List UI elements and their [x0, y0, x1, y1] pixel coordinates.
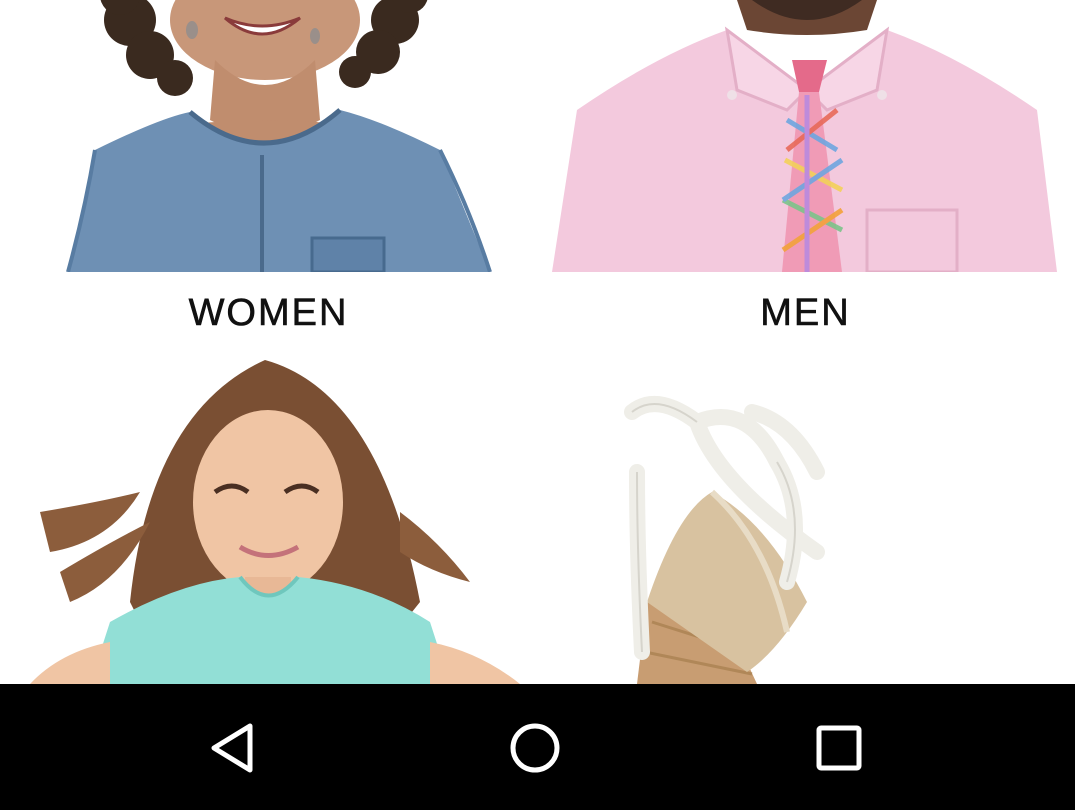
men-category-label[interactable]: MEN — [537, 292, 1074, 335]
men-category-image[interactable] — [537, 0, 1075, 272]
circle-home-icon — [510, 723, 560, 773]
kids-category-image[interactable] — [0, 352, 537, 684]
woman-in-denim-top — [0, 0, 537, 272]
back-button[interactable] — [198, 714, 266, 782]
shoes-category-image[interactable] — [537, 352, 1075, 684]
lace-up-espadrille-wedge-sandal — [537, 352, 1075, 684]
recents-button[interactable] — [805, 714, 873, 782]
category-grid: WOMEN MEN — [0, 0, 1075, 684]
system-navigation-bar — [0, 684, 1075, 810]
women-category-image[interactable] — [0, 0, 537, 272]
man-in-pink-shirt-and-plaid-tie — [537, 0, 1075, 272]
girl-in-mint-tee — [0, 352, 537, 684]
triangle-back-icon — [211, 723, 253, 773]
square-recents-icon — [816, 725, 862, 771]
women-category-label[interactable]: WOMEN — [0, 292, 537, 335]
screen: WOMEN MEN — [0, 0, 1075, 810]
home-button[interactable] — [501, 714, 569, 782]
